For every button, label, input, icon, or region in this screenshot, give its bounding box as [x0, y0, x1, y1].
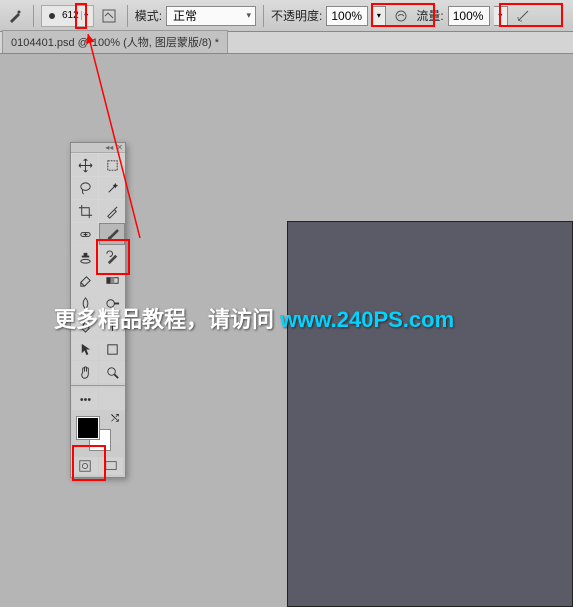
screenmode-icon[interactable] [99, 457, 124, 475]
zoom-tool[interactable] [99, 361, 125, 383]
opacity-label: 不透明度: [271, 7, 322, 24]
move-tool[interactable] [72, 154, 98, 176]
opacity-input[interactable]: 100% [326, 6, 368, 26]
brush-panel-toggle-icon[interactable] [98, 5, 120, 27]
flow-dropdown[interactable]: ▾ [494, 6, 508, 26]
quickmask-icon[interactable] [73, 457, 98, 475]
color-swatches: ⤭ [71, 411, 125, 455]
eyedropper-tool[interactable] [99, 200, 125, 222]
blend-mode-value: 正常 [173, 7, 197, 24]
document-tab-bar: 0104401.psd @ 100% (人物, 图层蒙版/8) * [0, 32, 573, 54]
swap-colors-icon[interactable]: ⤭ [111, 413, 119, 424]
watermark-text: 更多精品教程，请访问 [54, 307, 280, 332]
lasso-tool[interactable] [72, 177, 98, 199]
flow-label: 流量: [416, 7, 443, 24]
pressure-opacity-icon[interactable] [390, 5, 412, 27]
marquee-tool[interactable] [99, 154, 125, 176]
hand-tool[interactable] [72, 361, 98, 383]
gradient-tool[interactable] [99, 269, 125, 291]
options-bar: 612 ▾ 模式: 正常 不透明度: 100% ▾ 流量: 100% ▾ [0, 0, 573, 32]
edit-toolbar-tool[interactable] [72, 388, 98, 410]
close-icon[interactable]: ✕ [116, 143, 123, 152]
crop-tool[interactable] [72, 200, 98, 222]
brush-preview-icon [44, 8, 60, 24]
path-selection-tool[interactable] [72, 338, 98, 360]
document-title: 0104401.psd @ 100% (人物, 图层蒙版/8) * [11, 37, 219, 49]
eraser-tool[interactable] [72, 269, 98, 291]
brush-size-picker[interactable]: 612 ▾ [41, 5, 94, 27]
mode-label: 模式: [135, 7, 162, 24]
tools-panel-header: ◂◂ ✕ [71, 143, 125, 153]
flow-input[interactable]: 100% [448, 6, 490, 26]
chevron-down-icon[interactable]: ▾ [81, 11, 91, 20]
opacity-dropdown[interactable]: ▾ [372, 6, 386, 26]
document-tab[interactable]: 0104401.psd @ 100% (人物, 图层蒙版/8) * [2, 30, 228, 53]
healing-brush-tool[interactable] [72, 223, 98, 245]
blend-mode-select[interactable]: 正常 [166, 6, 256, 26]
clone-stamp-tool[interactable] [72, 246, 98, 268]
screen-mode-tool[interactable] [99, 388, 125, 410]
flow-value: 100% [453, 9, 484, 23]
history-brush-tool[interactable] [99, 246, 125, 268]
document-canvas[interactable] [287, 221, 573, 607]
opacity-value: 100% [331, 9, 362, 23]
foreground-color-swatch[interactable] [77, 417, 99, 439]
airbrush-icon[interactable] [512, 5, 534, 27]
collapse-icon[interactable]: ◂◂ [105, 143, 113, 152]
brush-tool[interactable] [99, 223, 125, 245]
watermark-link[interactable]: www.240PS.com [280, 307, 454, 332]
brush-size-value: 612 [60, 10, 81, 21]
magic-wand-tool[interactable] [99, 177, 125, 199]
tool-preset-icon[interactable] [4, 5, 26, 27]
watermark: 更多精品教程，请访问 www.240PS.com [54, 302, 454, 334]
shape-tool[interactable] [99, 338, 125, 360]
